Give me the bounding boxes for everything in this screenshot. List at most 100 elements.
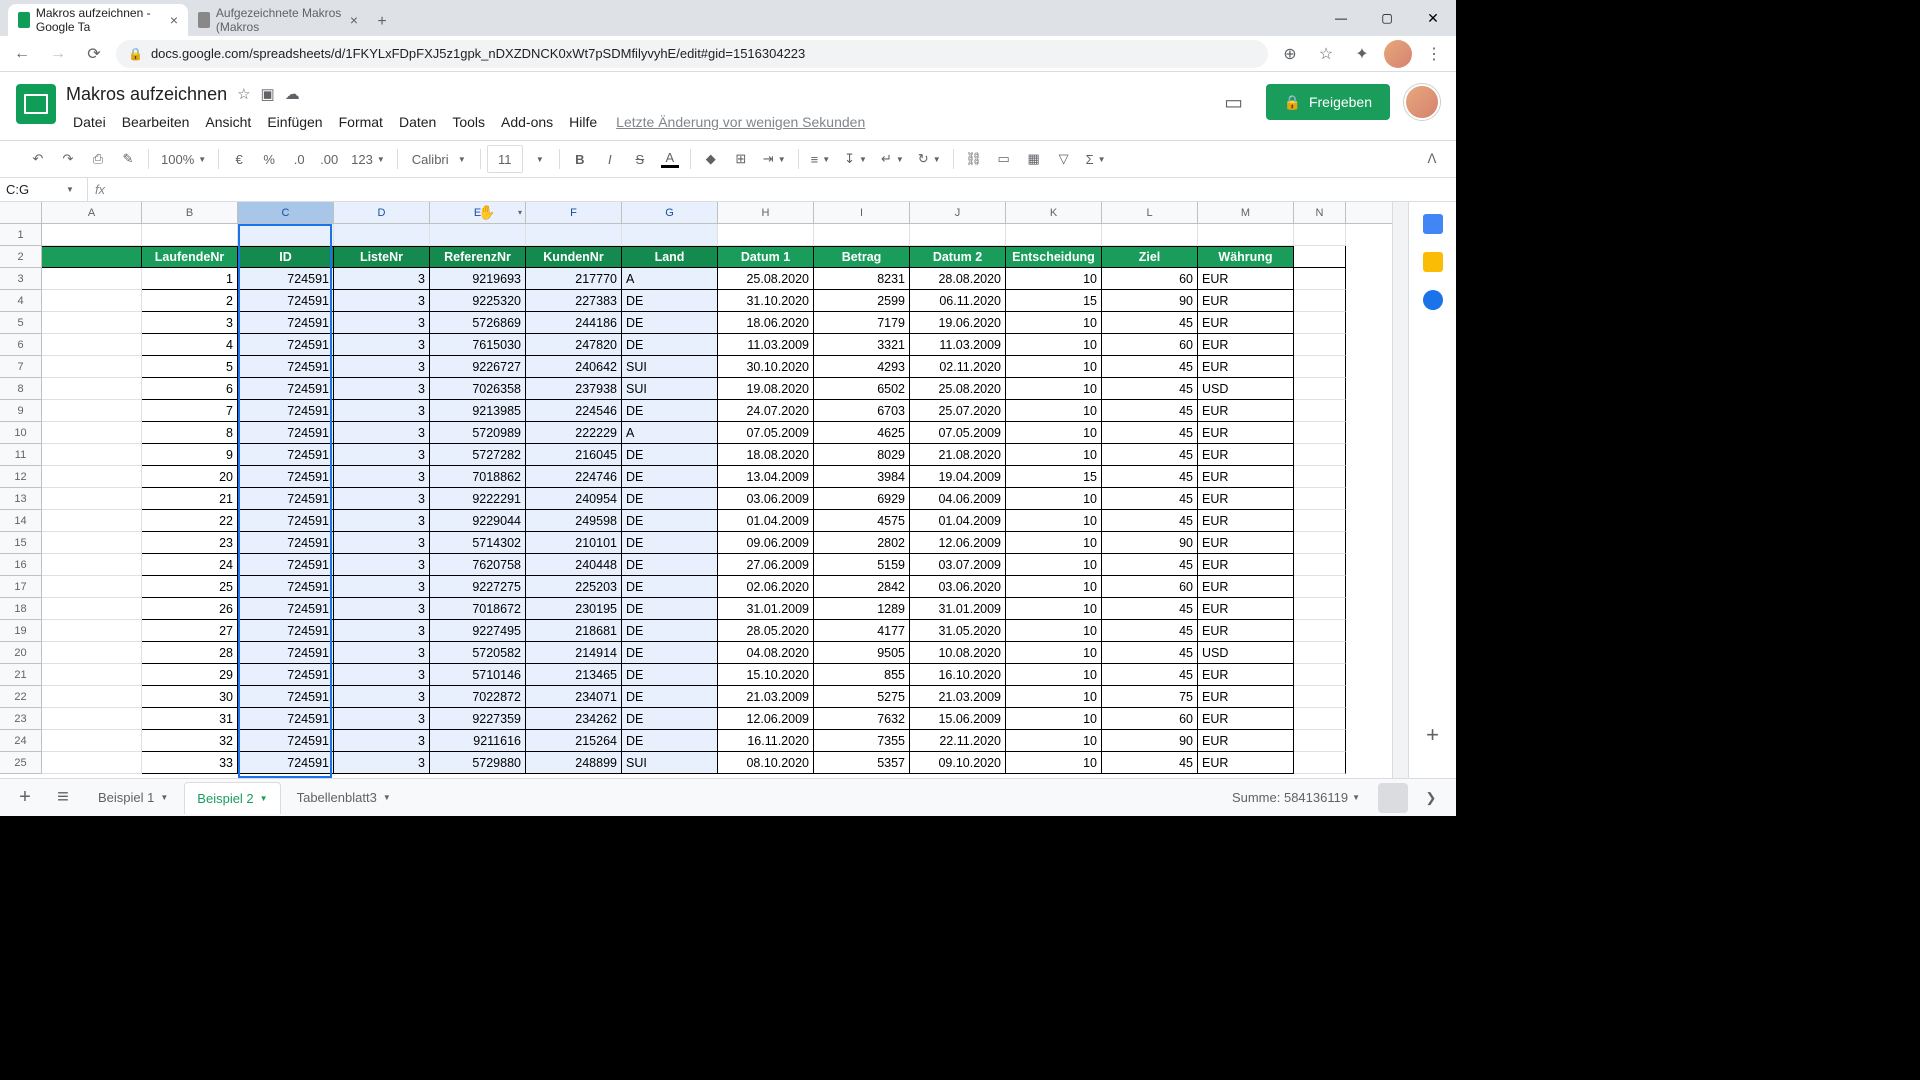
- cell[interactable]: 25: [142, 576, 238, 598]
- cell[interactable]: [42, 488, 142, 510]
- column-header-K[interactable]: K: [1006, 202, 1102, 223]
- cell[interactable]: EUR: [1198, 268, 1294, 290]
- close-icon[interactable]: ×: [350, 12, 358, 28]
- cell[interactable]: 5: [142, 356, 238, 378]
- cell[interactable]: 45: [1102, 400, 1198, 422]
- cell[interactable]: 724591: [238, 356, 334, 378]
- row-header[interactable]: 7: [0, 356, 42, 378]
- cell[interactable]: DE: [622, 400, 718, 422]
- cell[interactable]: 5710146: [430, 664, 526, 686]
- name-box[interactable]: ▼: [0, 178, 88, 201]
- menu-format[interactable]: Format: [332, 110, 390, 134]
- cell[interactable]: [814, 224, 910, 246]
- cell[interactable]: 6: [142, 378, 238, 400]
- cell[interactable]: 04.08.2020: [718, 642, 814, 664]
- cell[interactable]: 10: [1006, 378, 1102, 400]
- cell[interactable]: 9227495: [430, 620, 526, 642]
- valign-button[interactable]: ↧▼: [838, 145, 873, 173]
- cell[interactable]: ListeNr: [334, 246, 430, 268]
- cell[interactable]: 234262: [526, 708, 622, 730]
- cell[interactable]: [42, 708, 142, 730]
- cell[interactable]: 234071: [526, 686, 622, 708]
- new-tab-button[interactable]: +: [368, 8, 396, 36]
- functions-button[interactable]: Σ▼: [1080, 145, 1112, 173]
- cell[interactable]: 15.06.2009: [910, 708, 1006, 730]
- cell[interactable]: Datum 2: [910, 246, 1006, 268]
- link-button[interactable]: ⛓: [960, 145, 988, 173]
- cell[interactable]: 9225320: [430, 290, 526, 312]
- cell[interactable]: 724591: [238, 708, 334, 730]
- cell[interactable]: EUR: [1198, 356, 1294, 378]
- cell[interactable]: [1294, 356, 1346, 378]
- cell[interactable]: 3: [334, 356, 430, 378]
- cell[interactable]: 724591: [238, 290, 334, 312]
- cell[interactable]: 28.08.2020: [910, 268, 1006, 290]
- cell[interactable]: [1294, 510, 1346, 532]
- italic-button[interactable]: I: [596, 145, 624, 173]
- cell[interactable]: [42, 378, 142, 400]
- menu-bearbeiten[interactable]: Bearbeiten: [115, 110, 197, 134]
- cell[interactable]: 724591: [238, 510, 334, 532]
- cell[interactable]: 27.06.2009: [718, 554, 814, 576]
- cell[interactable]: 75: [1102, 686, 1198, 708]
- cell[interactable]: 07.05.2009: [718, 422, 814, 444]
- cell[interactable]: 240448: [526, 554, 622, 576]
- cell[interactable]: 5720989: [430, 422, 526, 444]
- cell[interactable]: 4575: [814, 510, 910, 532]
- zoom-icon[interactable]: ⊕: [1276, 40, 1304, 68]
- cell[interactable]: 15: [1006, 466, 1102, 488]
- cell[interactable]: 7022872: [430, 686, 526, 708]
- cell[interactable]: DE: [622, 598, 718, 620]
- cell[interactable]: 8029: [814, 444, 910, 466]
- cell[interactable]: 3: [334, 752, 430, 774]
- cell[interactable]: DE: [622, 576, 718, 598]
- cell[interactable]: 9219693: [430, 268, 526, 290]
- row-header[interactable]: 24: [0, 730, 42, 752]
- cell[interactable]: 22.11.2020: [910, 730, 1006, 752]
- menu-ansicht[interactable]: Ansicht: [198, 110, 258, 134]
- cell[interactable]: EUR: [1198, 422, 1294, 444]
- cell[interactable]: 28.05.2020: [718, 620, 814, 642]
- cell[interactable]: 3: [334, 708, 430, 730]
- row-header[interactable]: 6: [0, 334, 42, 356]
- cell[interactable]: 9226727: [430, 356, 526, 378]
- cell[interactable]: 10: [1006, 268, 1102, 290]
- column-header-A[interactable]: A: [42, 202, 142, 223]
- cell[interactable]: 45: [1102, 356, 1198, 378]
- cell[interactable]: DE: [622, 642, 718, 664]
- sheet-tab[interactable]: Beispiel 1▼: [86, 782, 180, 814]
- cell[interactable]: 29: [142, 664, 238, 686]
- sheet-tab[interactable]: Tabellenblatt3▼: [285, 782, 403, 814]
- wrap-button[interactable]: ↵▼: [875, 145, 910, 173]
- cell[interactable]: DE: [622, 510, 718, 532]
- cell[interactable]: 9222291: [430, 488, 526, 510]
- chevron-down-icon[interactable]: ▼: [260, 794, 268, 803]
- cell[interactable]: 724591: [238, 752, 334, 774]
- more-formats-button[interactable]: 123▼: [345, 145, 391, 173]
- cell[interactable]: [1294, 598, 1346, 620]
- star-icon[interactable]: ☆: [1312, 40, 1340, 68]
- url-field[interactable]: 🔒 docs.google.com/spreadsheets/d/1FKYLxF…: [116, 40, 1268, 68]
- row-header[interactable]: 5: [0, 312, 42, 334]
- cell[interactable]: 10.08.2020: [910, 642, 1006, 664]
- cell[interactable]: 31: [142, 708, 238, 730]
- row-header[interactable]: 4: [0, 290, 42, 312]
- cell[interactable]: 5159: [814, 554, 910, 576]
- row-header[interactable]: 11: [0, 444, 42, 466]
- cell[interactable]: EUR: [1198, 598, 1294, 620]
- cell[interactable]: [1294, 378, 1346, 400]
- cell[interactable]: 7018672: [430, 598, 526, 620]
- cell[interactable]: 240954: [526, 488, 622, 510]
- cell[interactable]: [42, 686, 142, 708]
- cell[interactable]: 45: [1102, 422, 1198, 444]
- cell[interactable]: 240642: [526, 356, 622, 378]
- cell[interactable]: 19.04.2009: [910, 466, 1006, 488]
- cell[interactable]: Land: [622, 246, 718, 268]
- cell[interactable]: 227383: [526, 290, 622, 312]
- cell[interactable]: 4625: [814, 422, 910, 444]
- cell[interactable]: 3: [334, 510, 430, 532]
- cell[interactable]: 7620758: [430, 554, 526, 576]
- row-header[interactable]: 16: [0, 554, 42, 576]
- cell[interactable]: 248899: [526, 752, 622, 774]
- cell[interactable]: [1294, 466, 1346, 488]
